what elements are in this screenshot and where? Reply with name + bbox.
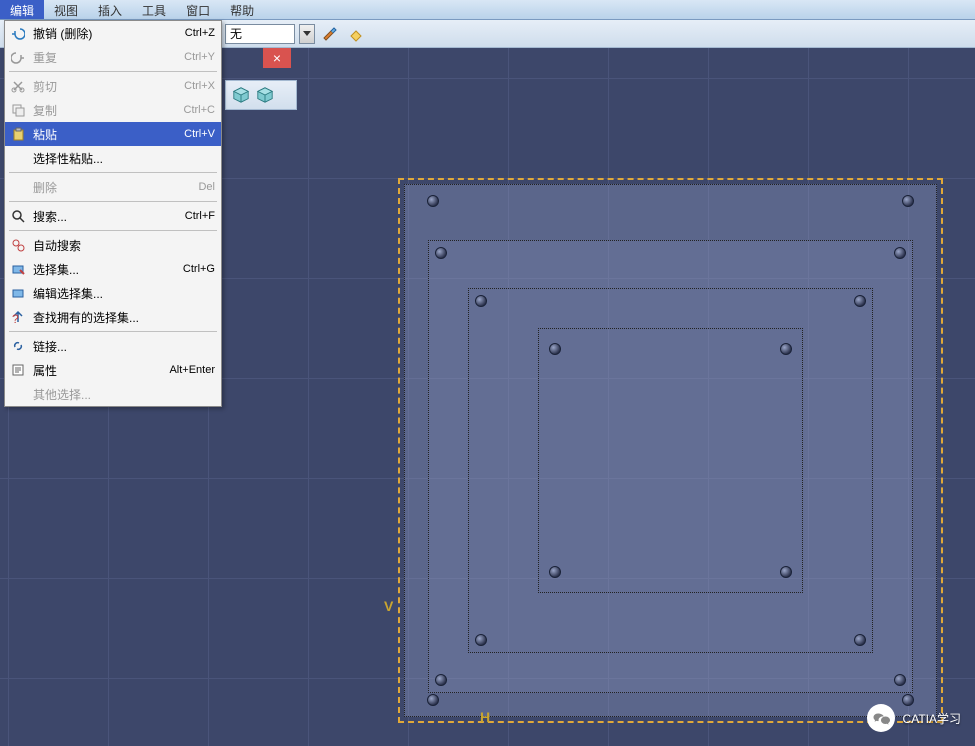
watermark: CATIA学习 <box>867 704 961 732</box>
view-toolbar <box>225 80 297 110</box>
menubar: 编辑 视图 插入 工具 窗口 帮助 <box>0 0 975 20</box>
menu-separator <box>9 230 217 231</box>
hole <box>427 195 439 207</box>
menu-item-label: 复制 <box>33 102 178 119</box>
menu-item[interactable]: 自动搜索 <box>5 233 221 257</box>
hole <box>854 634 866 646</box>
menu-item[interactable]: 编辑选择集... <box>5 281 221 305</box>
hole <box>780 566 792 578</box>
menu-item-label: 选择集... <box>33 261 177 278</box>
menu-item: 删除 Del <box>5 175 221 199</box>
cube-icon[interactable] <box>256 86 274 104</box>
blank-icon <box>9 178 27 196</box>
menu-item[interactable]: ? 查找拥有的选择集... <box>5 305 221 329</box>
menu-item[interactable]: 属性 Alt+Enter <box>5 358 221 382</box>
drawing-part[interactable]: V H <box>398 178 943 723</box>
watermark-text: CATIA学习 <box>903 710 961 727</box>
menu-item-label: 链接... <box>33 338 209 355</box>
hole <box>427 694 439 706</box>
axis-v-label: V <box>384 598 393 614</box>
menu-help[interactable]: 帮助 <box>220 0 264 19</box>
redo-icon <box>9 48 27 66</box>
hole <box>435 674 447 686</box>
link-icon <box>9 337 27 355</box>
menu-insert[interactable]: 插入 <box>88 0 132 19</box>
menu-item-shortcut: Del <box>198 181 215 193</box>
menu-item-label: 剪切 <box>33 78 178 95</box>
menu-item-label: 其他选择... <box>33 386 209 403</box>
brush-icon[interactable] <box>319 23 341 45</box>
menu-tools[interactable]: 工具 <box>132 0 176 19</box>
axis-h-label: H <box>480 709 490 725</box>
menu-item-label: 编辑选择集... <box>33 285 209 302</box>
menu-item[interactable]: 链接... <box>5 334 221 358</box>
edit-dropdown-menu: 撤销 (删除) Ctrl+Z 重复 Ctrl+Y 剪切 Ctrl+X 复制 Ctrl+C 粘贴 C… <box>4 20 222 407</box>
menu-item: 剪切 Ctrl+X <box>5 74 221 98</box>
selset-icon <box>9 260 27 278</box>
menu-item: 重复 Ctrl+Y <box>5 45 221 69</box>
cut-icon <box>9 77 27 95</box>
menu-item[interactable]: 搜索... Ctrl+F <box>5 204 221 228</box>
style-dropdown-arrow[interactable] <box>299 24 315 44</box>
menu-item[interactable]: 粘贴 Ctrl+V <box>5 122 221 146</box>
wechat-icon <box>867 704 895 732</box>
menu-edit[interactable]: 编辑 <box>0 0 44 19</box>
editsel-icon <box>9 284 27 302</box>
menu-item-shortcut: Alt+Enter <box>169 364 215 376</box>
menu-view[interactable]: 视图 <box>44 0 88 19</box>
hole <box>780 343 792 355</box>
menu-item-label: 自动搜索 <box>33 237 209 254</box>
menu-item-shortcut: Ctrl+C <box>184 104 215 116</box>
menu-separator <box>9 201 217 202</box>
copy-icon <box>9 101 27 119</box>
hole <box>475 295 487 307</box>
hole <box>435 247 447 259</box>
menu-item: 复制 Ctrl+C <box>5 98 221 122</box>
menu-item-label: 撤销 (删除) <box>33 25 179 42</box>
autosearch-icon <box>9 236 27 254</box>
hole <box>549 566 561 578</box>
hole <box>894 247 906 259</box>
menu-item-shortcut: Ctrl+Y <box>184 51 215 63</box>
menu-item-label: 粘贴 <box>33 126 178 143</box>
menu-item-shortcut: Ctrl+G <box>183 263 215 275</box>
hole <box>549 343 561 355</box>
menu-window[interactable]: 窗口 <box>176 0 220 19</box>
menu-item-label: 删除 <box>33 179 192 196</box>
menu-item-label: 选择性粘贴... <box>33 150 209 167</box>
eraser-icon[interactable] <box>345 23 367 45</box>
plate-inner <box>538 328 803 593</box>
paste-icon <box>9 125 27 143</box>
menu-separator <box>9 71 217 72</box>
cube-icon[interactable] <box>232 86 250 104</box>
style-dropdown[interactable]: 无 <box>225 24 295 44</box>
svg-text:?: ? <box>12 312 19 324</box>
hole <box>894 674 906 686</box>
menu-separator <box>9 331 217 332</box>
undo-icon <box>9 24 27 42</box>
blank-icon <box>9 149 27 167</box>
hole <box>475 634 487 646</box>
search-icon <box>9 207 27 225</box>
menu-item-label: 重复 <box>33 49 178 66</box>
menu-item-label: 属性 <box>33 362 163 379</box>
menu-item-shortcut: Ctrl+Z <box>185 27 215 39</box>
props-icon <box>9 361 27 379</box>
menu-item[interactable]: 选择集... Ctrl+G <box>5 257 221 281</box>
findsel-icon: ? <box>9 308 27 326</box>
menu-item[interactable]: 选择性粘贴... <box>5 146 221 170</box>
close-tab-button[interactable]: × <box>263 48 291 68</box>
blank-icon <box>9 385 27 403</box>
menu-item-label: 搜索... <box>33 208 179 225</box>
menu-item-label: 查找拥有的选择集... <box>33 309 209 326</box>
menu-item[interactable]: 撤销 (删除) Ctrl+Z <box>5 21 221 45</box>
menu-separator <box>9 172 217 173</box>
menu-item-shortcut: Ctrl+F <box>185 210 215 222</box>
hole <box>854 295 866 307</box>
hole <box>902 195 914 207</box>
menu-item: 其他选择... <box>5 382 221 406</box>
menu-item-shortcut: Ctrl+V <box>184 128 215 140</box>
menu-item-shortcut: Ctrl+X <box>184 80 215 92</box>
